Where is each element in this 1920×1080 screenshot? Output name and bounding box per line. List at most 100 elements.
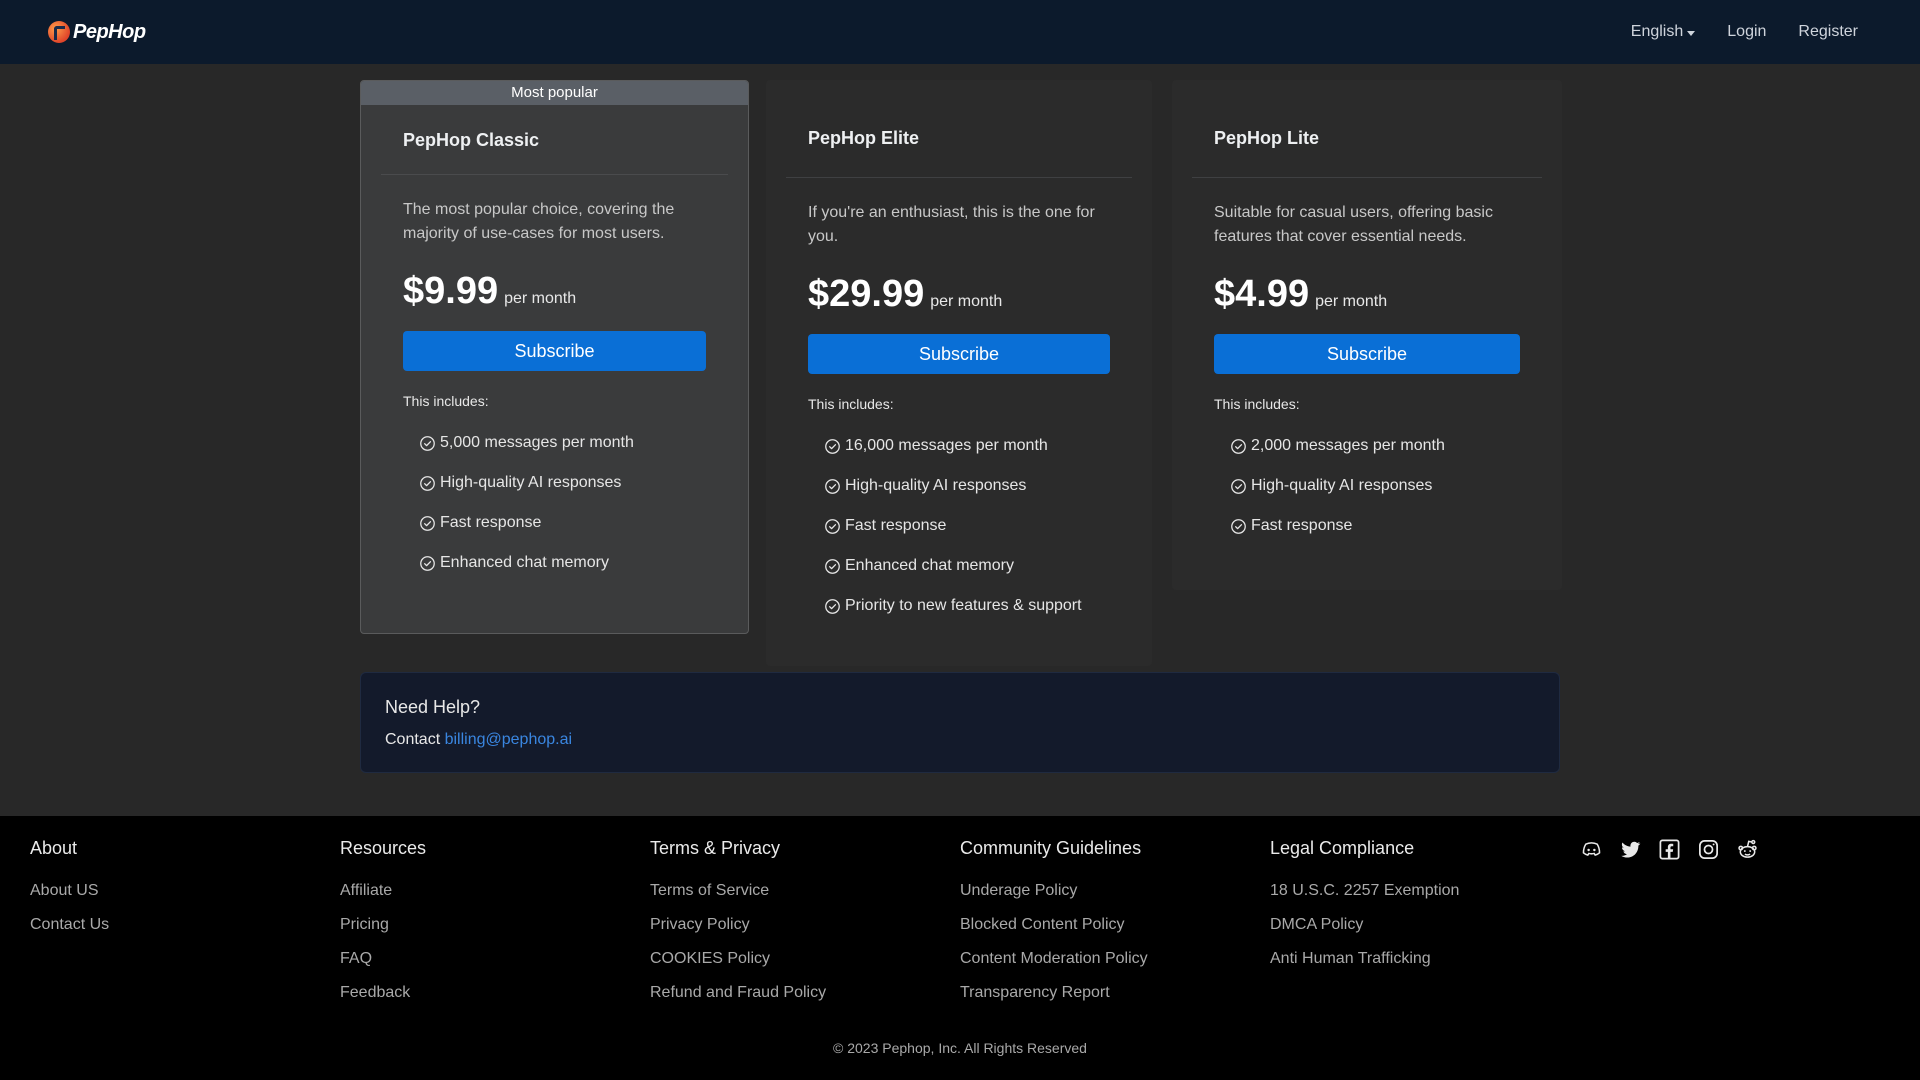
subscribe-button[interactable]: Subscribe — [1214, 334, 1520, 374]
plan-price: $29.99 — [808, 273, 925, 315]
footer-column: Resources Affiliate Pricing FAQ Feedback — [340, 838, 426, 1017]
feature-item: Fast response — [1230, 506, 1520, 546]
feature-text: 2,000 messages per month — [1251, 437, 1445, 454]
footer-column-title: Community Guidelines — [960, 838, 1142, 858]
language-label: English — [1630, 23, 1684, 40]
price-period: per month — [1315, 293, 1388, 310]
feature-text: High-quality AI responses — [845, 477, 1027, 494]
feature-list: 16,000 messages per month High-quality AI… — [808, 426, 1110, 626]
plan-description: Suitable for casual users, offering basi… — [1214, 204, 1493, 245]
check-circle-icon — [420, 515, 435, 531]
footer-link[interactable]: Feedback — [340, 983, 426, 1017]
feature-item: High-quality AI responses — [1230, 466, 1520, 506]
feature-text: High-quality AI responses — [1251, 477, 1433, 494]
instagram-icon[interactable] — [1697, 838, 1720, 861]
feature-text: Fast response — [440, 514, 542, 531]
check-circle-icon — [420, 555, 435, 571]
subscribe-button[interactable]: Subscribe — [808, 334, 1110, 374]
feature-item: High-quality AI responses — [419, 463, 706, 503]
feature-text: Fast response — [1251, 517, 1353, 534]
plan-card-elite: PepHop Elite If you're an enthusiast, th… — [766, 80, 1152, 666]
feature-item: 5,000 messages per month — [419, 423, 706, 463]
footer-link[interactable]: Contact Us — [30, 915, 109, 949]
register-link[interactable]: Register — [1798, 23, 1858, 41]
facebook-icon[interactable] — [1658, 838, 1681, 861]
subscribe-button[interactable]: Subscribe — [403, 331, 706, 371]
includes-label: This includes: — [808, 396, 894, 412]
plan-name: PepHop Classic — [403, 130, 540, 150]
divider — [381, 174, 728, 175]
footer-link[interactable]: Anti Human Trafficking — [1270, 949, 1459, 983]
divider — [786, 177, 1132, 178]
help-contact: Contact billing@pephop.ai — [385, 731, 1535, 749]
feature-item: Enhanced chat memory — [419, 543, 706, 583]
footer-column: Legal Compliance 18 U.S.C. 2257 Exemption… — [1270, 838, 1459, 983]
feature-text: Priority to new features & support — [845, 597, 1082, 614]
help-title: Need Help? — [385, 697, 481, 717]
login-link[interactable]: Login — [1727, 23, 1766, 41]
feature-item: 2,000 messages per month — [1230, 426, 1520, 466]
footer: About About US Contact Us Resources Affiliat… — [0, 816, 1920, 1080]
plan-description: If you're an enthusiast, this is the one… — [808, 204, 1095, 245]
social-links — [1580, 838, 1759, 861]
logo[interactable]: PepHop — [48, 21, 146, 44]
footer-link[interactable]: Blocked Content Policy — [960, 915, 1148, 949]
includes-label: This includes: — [1214, 396, 1300, 412]
feature-text: 5,000 messages per month — [440, 434, 634, 451]
feature-item: Priority to new features & support — [824, 586, 1110, 626]
footer-link[interactable]: Underage Policy — [960, 881, 1148, 915]
footer-link[interactable]: COOKIES Policy — [650, 949, 826, 983]
twitter-icon[interactable] — [1619, 838, 1642, 861]
divider — [1192, 177, 1542, 178]
discord-icon[interactable] — [1580, 838, 1603, 861]
feature-list: 5,000 messages per month High-quality AI … — [403, 423, 706, 583]
plan-card-lite: PepHop Lite Suitable for casual users, o… — [1172, 80, 1562, 590]
footer-link[interactable]: Refund and Fraud Policy — [650, 983, 826, 1017]
plan-name: PepHop Elite — [808, 128, 920, 148]
plan-name: PepHop Lite — [1214, 128, 1320, 148]
reddit-icon[interactable] — [1736, 838, 1759, 861]
footer-column: Terms & Privacy Terms of Service Privacy P… — [650, 838, 826, 1017]
check-circle-icon — [825, 438, 840, 454]
footer-link[interactable]: Affiliate — [340, 881, 426, 915]
check-circle-icon — [825, 518, 840, 534]
check-circle-icon — [420, 435, 435, 451]
contact-prefix: Contact — [385, 731, 445, 748]
footer-link[interactable]: Privacy Policy — [650, 915, 826, 949]
footer-link[interactable]: Content Moderation Policy — [960, 949, 1148, 983]
feature-text: High-quality AI responses — [440, 474, 622, 491]
footer-link[interactable]: 18 U.S.C. 2257 Exemption — [1270, 881, 1459, 915]
price-period: per month — [504, 290, 577, 307]
footer-link[interactable]: About US — [30, 881, 109, 915]
top-navbar: PepHop English Login Register — [0, 0, 1920, 64]
check-circle-icon — [825, 478, 840, 494]
footer-column-title: Resources — [340, 838, 427, 858]
footer-link[interactable]: Pricing — [340, 915, 426, 949]
help-box: Need Help? Contact billing@pephop.ai — [360, 672, 1560, 773]
footer-link[interactable]: FAQ — [340, 949, 426, 983]
footer-link[interactable]: DMCA Policy — [1270, 915, 1459, 949]
check-circle-icon — [1231, 438, 1246, 454]
price-period: per month — [930, 293, 1003, 310]
language-selector[interactable]: English — [1630, 23, 1696, 41]
plan-card-classic: Most popular PepHop Classic The most pop… — [360, 80, 749, 634]
footer-link[interactable]: Terms of Service — [650, 881, 826, 915]
check-circle-icon — [825, 558, 840, 574]
feature-text: Enhanced chat memory — [440, 554, 609, 571]
check-circle-icon — [1231, 518, 1246, 534]
billing-email-link[interactable]: billing@pephop.ai — [445, 731, 572, 748]
footer-link[interactable]: Transparency Report — [960, 983, 1148, 1017]
copyright: © 2023 Pephop, Inc. All Rights Reserved — [833, 1040, 1087, 1056]
feature-item: Enhanced chat memory — [824, 546, 1110, 586]
footer-column: About About US Contact Us — [30, 838, 109, 949]
price-row: $9.99 per month — [403, 270, 706, 313]
footer-column-title: Terms & Privacy — [650, 838, 781, 858]
feature-text: Fast response — [845, 517, 947, 534]
feature-text: Enhanced chat memory — [845, 557, 1014, 574]
plan-price: $4.99 — [1214, 273, 1310, 315]
includes-label: This includes: — [403, 393, 489, 409]
plan-description: The most popular choice, covering the ma… — [403, 201, 675, 242]
check-circle-icon — [420, 475, 435, 491]
price-row: $29.99 per month — [808, 273, 1110, 316]
price-row: $4.99 per month — [1214, 273, 1520, 316]
